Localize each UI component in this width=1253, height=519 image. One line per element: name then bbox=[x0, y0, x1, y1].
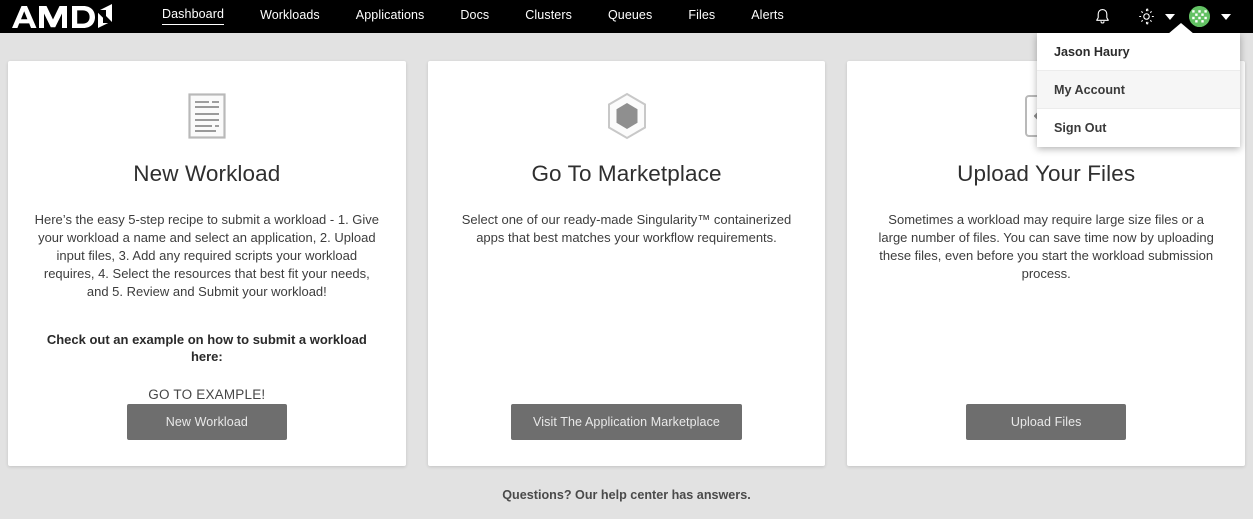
nav-item-clusters[interactable]: Clusters bbox=[507, 0, 590, 33]
nav-item-dashboard[interactable]: Dashboard bbox=[144, 0, 242, 33]
settings-chevron-down-icon[interactable] bbox=[1165, 13, 1175, 20]
nav-item-alerts[interactable]: Alerts bbox=[733, 0, 802, 33]
go-to-example-link[interactable]: GO TO EXAMPLE! bbox=[148, 387, 265, 402]
hexagon-icon bbox=[605, 91, 649, 141]
nav-item-files[interactable]: Files bbox=[670, 0, 733, 33]
upload-files-button[interactable]: Upload Files bbox=[966, 404, 1127, 440]
card-title: New Workload bbox=[133, 161, 281, 186]
nav-item-docs[interactable]: Docs bbox=[442, 0, 507, 33]
user-menu-item-sign-out[interactable]: Sign Out bbox=[1037, 109, 1240, 147]
nav-item-applications[interactable]: Applications bbox=[338, 0, 443, 33]
nav-item-queues[interactable]: Queues bbox=[590, 0, 670, 33]
user-menu-username: Jason Haury bbox=[1037, 33, 1240, 71]
dropdown-pointer-icon bbox=[1168, 23, 1194, 34]
card-new-workload: New Workload Here’s the easy 5-step reci… bbox=[8, 61, 406, 466]
document-lines-icon bbox=[188, 91, 226, 141]
card-description: Sometimes a workload may require large s… bbox=[878, 212, 1214, 281]
nav-item-workloads[interactable]: Workloads bbox=[242, 0, 338, 33]
user-chevron-down-icon[interactable] bbox=[1221, 13, 1231, 20]
card-description: Here’s the easy 5-step recipe to submit … bbox=[34, 212, 380, 299]
top-navigation-bar: Dashboard Workloads Applications Docs Cl… bbox=[0, 0, 1253, 147]
topbar-actions bbox=[1083, 0, 1241, 33]
user-dropdown-menu: Jason Haury My Account Sign Out bbox=[1037, 23, 1240, 147]
amd-logo[interactable] bbox=[10, 3, 114, 30]
bell-icon[interactable] bbox=[1083, 0, 1121, 33]
gear-icon[interactable] bbox=[1133, 0, 1159, 33]
card-subtext: Check out an example on how to submit a … bbox=[46, 332, 367, 364]
card-description: Select one of our ready-made Singularity… bbox=[461, 212, 792, 245]
card-title: Upload Your Files bbox=[957, 161, 1136, 186]
help-center-link[interactable]: Questions? Our help center has answers. bbox=[502, 488, 750, 502]
user-menu-item-my-account[interactable]: My Account bbox=[1037, 71, 1240, 109]
visit-marketplace-button[interactable]: Visit The Application Marketplace bbox=[511, 404, 742, 440]
main-nav: Dashboard Workloads Applications Docs Cl… bbox=[144, 0, 802, 33]
card-title: Go To Marketplace bbox=[531, 161, 722, 186]
footer: Questions? Our help center has answers. bbox=[0, 488, 1253, 502]
new-workload-button[interactable]: New Workload bbox=[126, 404, 287, 440]
card-go-to-marketplace: Go To Marketplace Select one of our read… bbox=[427, 61, 826, 466]
